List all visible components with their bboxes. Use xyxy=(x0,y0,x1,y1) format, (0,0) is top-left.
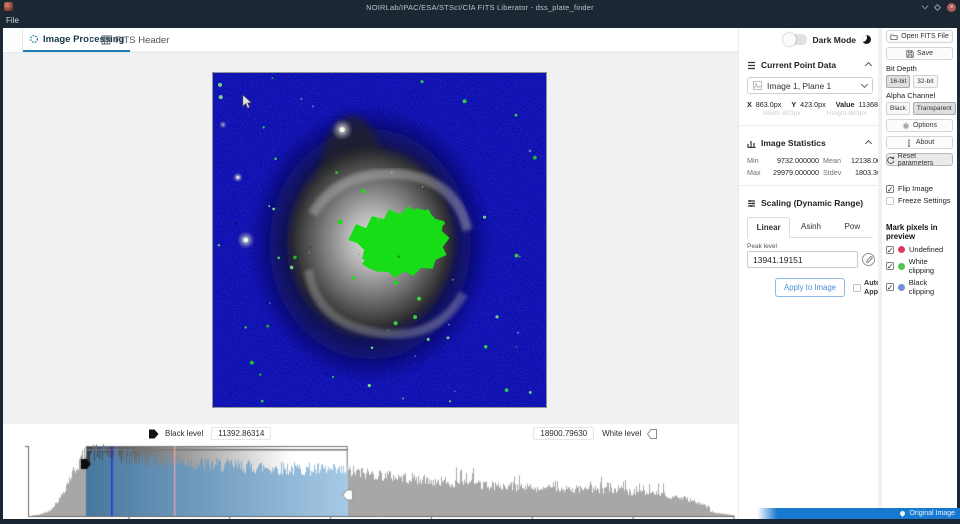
sun-icon xyxy=(29,34,39,44)
menu-file[interactable]: File xyxy=(6,16,19,25)
peak-level-label: Peak level xyxy=(739,238,881,251)
x-value: 863.0px xyxy=(756,100,782,109)
collapse-icon[interactable] xyxy=(865,61,872,68)
minimize-icon[interactable] xyxy=(922,2,929,9)
white-clipping-color-dot xyxy=(898,263,905,270)
image-size-row: Width 883px Height 883px xyxy=(739,109,881,120)
bit-32-button[interactable]: 32-bit xyxy=(913,75,937,88)
histogram-canvas[interactable] xyxy=(3,443,738,519)
processing-panel: Dark Mode Current Point Data Image 1, Pl… xyxy=(738,28,881,519)
info-icon xyxy=(905,139,913,147)
reset-parameters-button[interactable]: Reset parameters xyxy=(886,153,953,166)
cursor-position-row: X863.0px Y423.0px Value11368.8 xyxy=(739,96,881,109)
y-value: 423.0px xyxy=(800,100,826,109)
eyedropper-icon xyxy=(865,256,873,264)
current-point-data-header[interactable]: Current Point Data xyxy=(739,53,881,75)
undefined-label: Undefined xyxy=(909,245,943,254)
gear-icon xyxy=(902,122,910,130)
about-button[interactable]: About xyxy=(886,136,953,149)
save-icon xyxy=(906,50,914,58)
status-label: Original Image xyxy=(909,510,955,517)
apply-to-image-button[interactable]: Apply to Image xyxy=(775,278,845,297)
undefined-color-dot xyxy=(898,246,905,253)
file-actions-panel: Open FITS File Save Bit Depth 16-bit 32-… xyxy=(881,28,957,519)
close-icon[interactable]: × xyxy=(947,3,956,12)
mark-pixels-title: Mark pixels in preview xyxy=(886,223,953,241)
stat-min: 9732.000000 xyxy=(771,156,819,165)
section-title: Current Point Data xyxy=(761,60,861,70)
tab-asinh[interactable]: Asinh xyxy=(790,217,831,237)
app-icon xyxy=(4,2,13,11)
white-level-label: White level xyxy=(602,429,641,438)
auto-apply-checkbox[interactable] xyxy=(853,284,861,292)
open-fits-file-button[interactable]: Open FITS File xyxy=(886,30,953,43)
options-button[interactable]: Options xyxy=(886,119,953,132)
black-level-value[interactable]: 11392.86314 xyxy=(211,427,271,440)
tab-bar: Image Processing FITS Header xyxy=(23,28,738,52)
alpha-channel-label: Alpha Channel xyxy=(886,91,953,100)
white-clipping-label: White clipping xyxy=(909,257,953,275)
peak-level-input[interactable]: 13941.19151 xyxy=(747,251,858,268)
bit-16-button[interactable]: 16-bit xyxy=(886,75,910,88)
window-bottom-border xyxy=(0,519,960,524)
stat-max: 29979.000000 xyxy=(771,168,819,177)
statistics-grid: Min9732.000000 Mean12138.000000 Max29979… xyxy=(739,153,881,180)
list-icon xyxy=(747,61,756,70)
black-level-marker-icon[interactable] xyxy=(149,429,159,439)
scaling-header[interactable]: Scaling (Dynamic Range) xyxy=(739,191,881,213)
sliders-icon xyxy=(747,199,756,208)
plane-selector-value: Image 1, Plane 1 xyxy=(767,81,857,91)
black-level-label: Black level xyxy=(165,429,203,438)
save-button[interactable]: Save xyxy=(886,47,953,60)
freeze-settings-checkbox[interactable] xyxy=(886,197,894,205)
width-note: Width 883px xyxy=(763,110,801,117)
menu-bar: File xyxy=(0,14,960,28)
status-bar: Original Image xyxy=(757,508,960,519)
tab-fits-header[interactable]: FITS Header xyxy=(95,28,175,52)
bit-depth-label: Bit Depth xyxy=(886,64,953,73)
image-statistics-header[interactable]: Image Statistics xyxy=(739,131,881,153)
section-title: Image Statistics xyxy=(761,138,861,148)
height-note: Height 883px xyxy=(827,110,867,117)
preview-image[interactable] xyxy=(212,72,547,408)
table-icon xyxy=(101,35,111,45)
freeze-settings-label: Freeze Settings xyxy=(898,196,951,205)
bar-chart-icon xyxy=(747,139,756,148)
reset-icon xyxy=(887,156,895,164)
white-level-value[interactable]: 18900.79630 xyxy=(533,427,594,440)
tab-pow[interactable]: Pow xyxy=(832,217,873,237)
maximize-icon[interactable] xyxy=(934,3,941,10)
chevron-down-icon xyxy=(861,80,868,87)
white-clipping-checkbox[interactable]: ✓ xyxy=(886,262,894,270)
title-bar: NOIRLab/IPAC/ESA/STScI/CfA FITS Liberato… xyxy=(0,0,960,14)
dark-mode-control: Dark Mode xyxy=(783,34,871,45)
preview-area xyxy=(3,52,738,424)
scaling-tabs: Linear Asinh Pow xyxy=(747,217,873,238)
app-window: NOIRLab/IPAC/ESA/STScI/CfA FITS Liberato… xyxy=(0,0,960,524)
levels-row: Black level 11392.86314 18900.79630 Whit… xyxy=(3,424,738,443)
alpha-transparent-button[interactable]: Transparent xyxy=(913,102,956,115)
tab-separator xyxy=(89,33,90,47)
drop-icon xyxy=(899,510,906,517)
black-clipping-checkbox[interactable]: ✓ xyxy=(886,283,894,291)
folder-icon xyxy=(890,33,898,41)
dark-mode-toggle[interactable] xyxy=(783,34,807,45)
flip-image-label: Flip Image xyxy=(898,184,933,193)
window-title: NOIRLab/IPAC/ESA/STScI/CfA FITS Liberato… xyxy=(0,3,960,12)
section-title: Scaling (Dynamic Range) xyxy=(761,198,873,208)
collapse-icon[interactable] xyxy=(865,139,872,146)
flip-image-checkbox[interactable]: ✓ xyxy=(886,185,894,193)
black-clipping-label: Black clipping xyxy=(909,278,953,296)
moon-icon xyxy=(862,35,871,44)
plane-selector[interactable]: Image 1, Plane 1 xyxy=(747,77,873,94)
undefined-checkbox[interactable]: ✓ xyxy=(886,246,894,254)
white-level-marker-icon[interactable] xyxy=(647,429,657,439)
dark-mode-label: Dark Mode xyxy=(813,35,856,45)
histogram-panel xyxy=(3,443,738,519)
tab-linear[interactable]: Linear xyxy=(747,217,790,238)
image-icon xyxy=(753,81,762,90)
black-clipping-color-dot xyxy=(898,284,905,291)
alpha-black-button[interactable]: Black xyxy=(886,102,910,115)
peak-picker-button[interactable] xyxy=(862,253,875,266)
